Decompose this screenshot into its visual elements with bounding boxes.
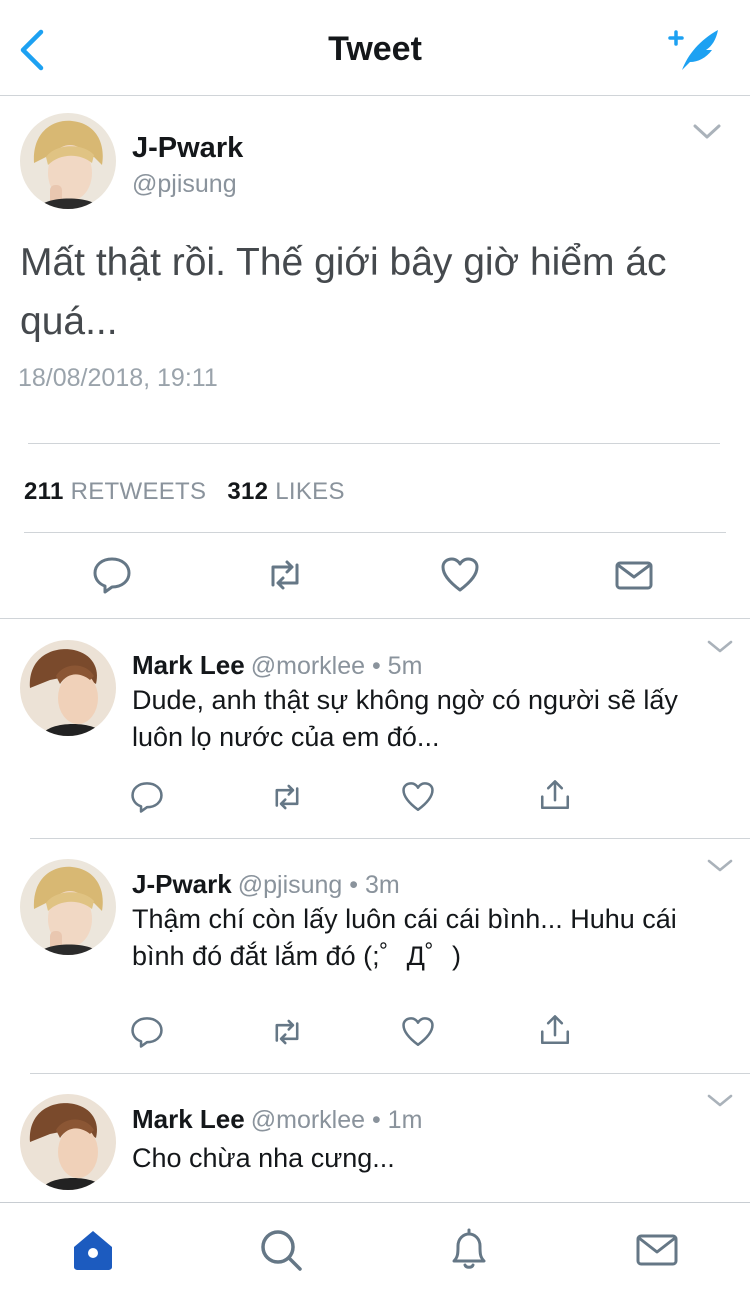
- chevron-down-icon[interactable]: [706, 638, 734, 656]
- retweet-icon[interactable]: [270, 780, 304, 814]
- author-name[interactable]: J-Pwark: [132, 869, 232, 899]
- divider: [28, 443, 720, 444]
- tweet-actions: [0, 533, 750, 619]
- tweet-stats: 211 RETWEETS 312 LIKES: [24, 478, 345, 506]
- heart-icon[interactable]: [401, 780, 435, 814]
- bell-icon[interactable]: [446, 1227, 492, 1273]
- retweet-icon[interactable]: [270, 1015, 304, 1049]
- reply-tweet[interactable]: J-Pwark @pjisung • 3m Thậm chí còn lấy lu…: [0, 839, 750, 1073]
- compose-feather-icon: [668, 30, 718, 70]
- tweet-timestamp: 18/08/2018, 19:11: [18, 364, 218, 392]
- reply-bubble-icon[interactable]: [92, 555, 132, 595]
- author-handle[interactable]: @pjisung: [132, 170, 237, 199]
- home-icon[interactable]: [70, 1227, 116, 1273]
- main-tweet: J-Pwark @pjisung Mất thật rồi. Thế giới …: [0, 96, 750, 619]
- envelope-icon[interactable]: [634, 1227, 680, 1273]
- author-name[interactable]: J-Pwark: [132, 132, 243, 165]
- reply-text: Cho chừa nha cưng...: [132, 1143, 395, 1173]
- likes-count[interactable]: 312: [227, 478, 268, 505]
- author-handle[interactable]: @pjisung: [238, 871, 343, 899]
- envelope-icon[interactable]: [614, 555, 654, 595]
- page-title: Tweet: [328, 30, 422, 68]
- retweet-icon[interactable]: [265, 555, 305, 595]
- reply-time: • 3m: [349, 871, 400, 899]
- share-icon[interactable]: [538, 1013, 572, 1047]
- author-name[interactable]: Mark Lee: [132, 1104, 245, 1134]
- reply-time: • 5m: [371, 652, 423, 680]
- retweets-count[interactable]: 211: [24, 478, 64, 505]
- reply-bubble-icon[interactable]: [130, 1015, 164, 1049]
- search-icon[interactable]: [258, 1227, 304, 1273]
- avatar[interactable]: [20, 113, 116, 209]
- avatar[interactable]: [20, 1094, 116, 1190]
- reply-text: Dude, anh thật sự không ngờ có người sẽ …: [132, 685, 678, 752]
- compose-tweet-button[interactable]: [668, 24, 724, 76]
- chevron-down-icon[interactable]: [706, 857, 734, 875]
- chevron-down-icon[interactable]: [706, 1092, 734, 1110]
- reply-header: Mark Lee @morklee • 1m: [132, 1104, 422, 1135]
- reply-time: • 1m: [371, 1106, 423, 1134]
- author-name[interactable]: Mark Lee: [132, 650, 245, 680]
- author-handle[interactable]: @morklee: [251, 652, 365, 680]
- likes-label[interactable]: LIKES: [275, 478, 345, 505]
- reply-header: Mark Lee @morklee • 5m: [132, 650, 422, 681]
- reply-bubble-icon[interactable]: [130, 780, 164, 814]
- bottom-tab-bar: [0, 1202, 750, 1300]
- heart-icon[interactable]: [401, 1015, 435, 1049]
- avatar[interactable]: [20, 640, 116, 736]
- reply-tweet[interactable]: Mark Lee @morklee • 5m Dude, anh thật sự …: [0, 620, 750, 838]
- reply-text: Thậm chí còn lấy luôn cái cái bình... Hu…: [132, 904, 677, 971]
- reply-header: J-Pwark @pjisung • 3m: [132, 869, 400, 900]
- reply-tweet[interactable]: Mark Lee @morklee • 1m Cho chừa nha cưng.…: [0, 1074, 750, 1202]
- retweets-label[interactable]: RETWEETS: [71, 478, 207, 505]
- heart-icon[interactable]: [440, 555, 480, 595]
- share-icon[interactable]: [538, 778, 572, 812]
- avatar[interactable]: [20, 859, 116, 955]
- author-handle[interactable]: @morklee: [251, 1106, 365, 1134]
- tweet-text: Mất thật rồi. Thế giới bây giờ hiểm ác q…: [20, 241, 667, 343]
- chevron-down-icon[interactable]: [692, 122, 722, 142]
- top-nav-bar: Tweet: [0, 0, 750, 96]
